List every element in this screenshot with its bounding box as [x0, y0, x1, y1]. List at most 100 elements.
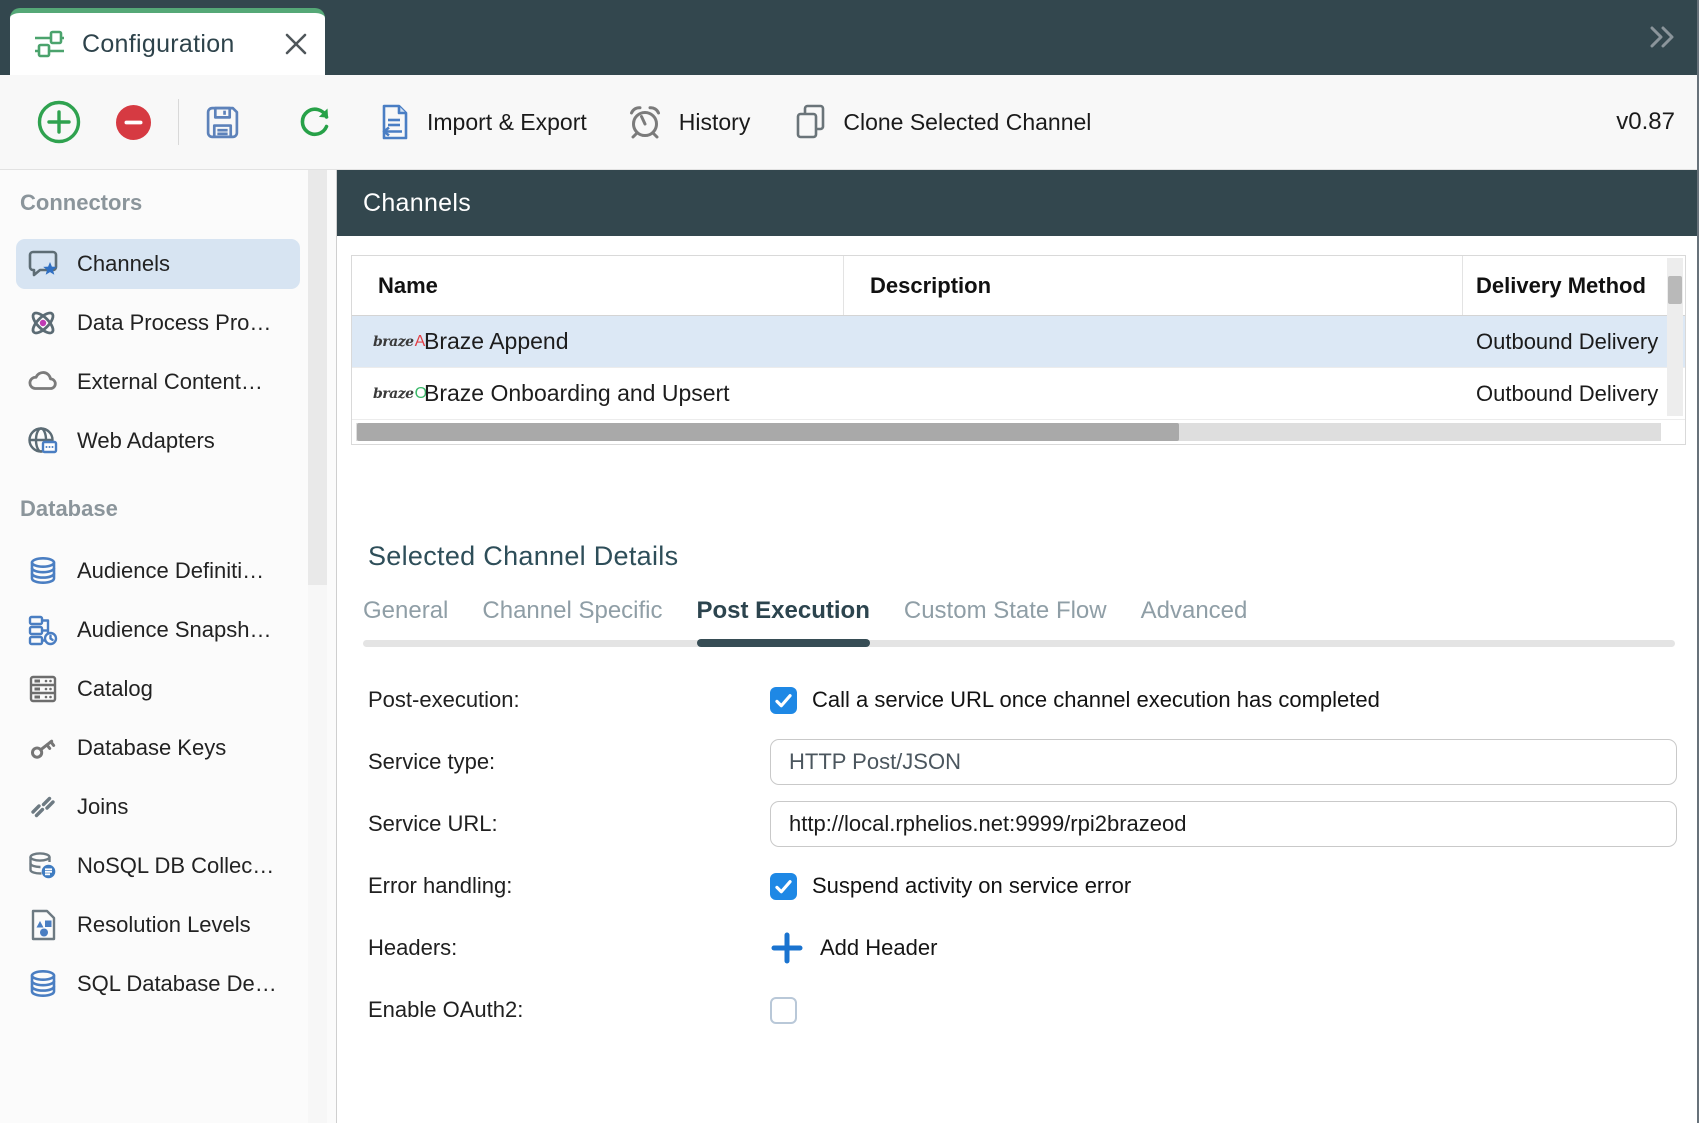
- column-header-delivery-method[interactable]: Delivery Method: [1463, 256, 1685, 315]
- tab-configuration[interactable]: Configuration: [10, 8, 325, 75]
- details-tabs: General Channel Specific Post Execution …: [337, 596, 1675, 647]
- overflow-chevrons-icon[interactable]: [1649, 24, 1675, 55]
- service-url-label: Service URL:: [337, 811, 770, 837]
- sidebar-item-audience-definitions[interactable]: Audience Definiti…: [0, 541, 336, 600]
- post-execution-label: Post-execution:: [337, 687, 770, 713]
- tab-general[interactable]: General: [363, 596, 448, 647]
- tab-advanced[interactable]: Advanced: [1141, 596, 1248, 647]
- table-header-row: Name Description Delivery Method: [352, 256, 1685, 316]
- tab-title: Configuration: [82, 30, 235, 59]
- table-row[interactable]: brazeA Braze Append Outbound Delivery: [352, 316, 1685, 368]
- nosql-icon: [26, 849, 60, 883]
- sidebar-item-external-content[interactable]: External Content…: [0, 352, 336, 411]
- sidebar: Connectors Channels: [0, 170, 337, 1123]
- sidebar-item-label: Channels: [77, 251, 170, 277]
- resolution-icon: [26, 908, 60, 942]
- globe-icon: [26, 424, 60, 458]
- history-label: History: [679, 109, 751, 136]
- save-button[interactable]: [204, 104, 241, 141]
- import-export-button[interactable]: Import & Export: [377, 104, 587, 140]
- sidebar-item-label: External Content…: [77, 369, 263, 395]
- sidebar-item-resolution-levels[interactable]: Resolution Levels: [0, 895, 336, 954]
- enable-oauth-label: Enable OAuth2:: [337, 997, 770, 1023]
- sidebar-item-sql-database[interactable]: SQL Database De…: [0, 954, 336, 1013]
- add-button[interactable]: [37, 100, 81, 144]
- key-icon: [26, 731, 60, 765]
- channel-name: Braze Onboarding and Upsert: [424, 380, 730, 407]
- form-row-service-type: Service type:: [337, 739, 1697, 785]
- post-execution-checkbox[interactable]: [770, 687, 797, 714]
- sidebar-section-database: Database: [20, 496, 336, 522]
- service-url-input[interactable]: [770, 801, 1677, 847]
- snapshot-icon: [26, 613, 60, 647]
- table-horizontal-scrollbar[interactable]: [356, 423, 1661, 441]
- sidebar-item-data-process[interactable]: Data Process Pro…: [0, 293, 336, 352]
- add-header-label: Add Header: [820, 935, 937, 961]
- channels-table: Name Description Delivery Method brazeA …: [351, 255, 1686, 445]
- column-header-description[interactable]: Description: [844, 256, 1463, 315]
- refresh-button[interactable]: [297, 104, 333, 140]
- form-row-oauth: Enable OAuth2:: [337, 987, 1697, 1033]
- remove-button[interactable]: [115, 104, 152, 141]
- clone-channel-label: Clone Selected Channel: [843, 109, 1091, 136]
- braze-logo: brazeA: [373, 333, 415, 351]
- sidebar-item-catalog[interactable]: Catalog: [0, 659, 336, 718]
- error-handling-label: Error handling:: [337, 873, 770, 899]
- form-row-post-execution: Post-execution: Call a service URL once …: [337, 677, 1697, 723]
- joins-icon: [26, 790, 60, 824]
- form-row-service-url: Service URL:: [337, 801, 1697, 847]
- sidebar-item-label: Audience Definiti…: [77, 558, 264, 584]
- post-execution-checkbox-label: Call a service URL once channel executio…: [812, 687, 1380, 713]
- channels-panel-title: Channels: [363, 189, 471, 218]
- service-type-input[interactable]: [770, 739, 1677, 785]
- database-icon: [26, 554, 60, 588]
- table-horizontal-scrollbar-thumb[interactable]: [357, 423, 1179, 441]
- main-panel: Channels Name Description Delivery Metho…: [337, 170, 1697, 1123]
- catalog-icon: [26, 672, 60, 706]
- tab-channel-specific[interactable]: Channel Specific: [482, 596, 662, 647]
- enable-oauth-checkbox[interactable]: [770, 997, 797, 1024]
- form-row-error-handling: Error handling: Suspend activity on serv…: [337, 863, 1697, 909]
- service-type-label: Service type:: [337, 749, 770, 775]
- sidebar-item-nosql-collections[interactable]: NoSQL DB Collec…: [0, 836, 336, 895]
- headers-label: Headers:: [337, 935, 770, 961]
- sidebar-item-label: Audience Snapsh…: [77, 617, 271, 643]
- data-process-icon: [26, 306, 60, 340]
- sidebar-item-channels[interactable]: Channels: [0, 234, 336, 293]
- sidebar-section-connectors: Connectors: [20, 190, 336, 216]
- sidebar-item-database-keys[interactable]: Database Keys: [0, 718, 336, 777]
- table-row[interactable]: brazeO Braze Onboarding and Upsert Outbo…: [352, 368, 1685, 420]
- add-header-button[interactable]: Add Header: [770, 931, 937, 965]
- sidebar-item-audience-snapshots[interactable]: Audience Snapsh…: [0, 600, 336, 659]
- channel-delivery-method: Outbound Delivery: [1463, 316, 1685, 367]
- sidebar-item-label: NoSQL DB Collec…: [77, 853, 274, 879]
- cloud-icon: [26, 365, 60, 399]
- sidebar-item-joins[interactable]: Joins: [0, 777, 336, 836]
- sidebar-item-label: Catalog: [77, 676, 153, 702]
- close-tab-icon[interactable]: [285, 33, 307, 55]
- table-vertical-scrollbar[interactable]: [1667, 258, 1683, 416]
- channels-icon: [26, 247, 60, 281]
- tab-custom-state-flow[interactable]: Custom State Flow: [904, 596, 1107, 647]
- post-execution-form: Post-execution: Call a service URL once …: [337, 677, 1697, 1033]
- form-row-headers: Headers: Add Header: [337, 925, 1697, 971]
- plus-icon: [770, 931, 804, 965]
- channel-delivery-method: Outbound Delivery: [1463, 368, 1685, 419]
- history-button[interactable]: History: [627, 104, 751, 140]
- channel-description: [844, 316, 1463, 367]
- error-handling-checkbox[interactable]: [770, 873, 797, 900]
- sidebar-item-label: Resolution Levels: [77, 912, 251, 938]
- channels-panel-header: Channels: [337, 170, 1697, 236]
- clone-channel-button[interactable]: Clone Selected Channel: [794, 104, 1091, 140]
- sidebar-scrollbar-thumb[interactable]: [308, 170, 327, 585]
- sidebar-item-label: Joins: [77, 794, 128, 820]
- column-header-name[interactable]: Name: [352, 256, 844, 315]
- sidebar-item-web-adapters[interactable]: Web Adapters: [0, 411, 336, 470]
- sidebar-scrollbar[interactable]: [308, 170, 327, 1123]
- braze-logo: brazeO: [373, 385, 415, 403]
- channel-description: [844, 368, 1463, 419]
- tab-post-execution[interactable]: Post Execution: [697, 596, 870, 647]
- channel-name: Braze Append: [424, 328, 569, 355]
- sliders-icon: [32, 27, 66, 61]
- table-vertical-scrollbar-thumb[interactable]: [1668, 276, 1682, 304]
